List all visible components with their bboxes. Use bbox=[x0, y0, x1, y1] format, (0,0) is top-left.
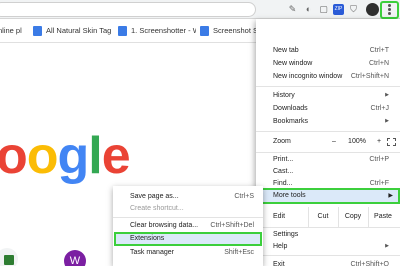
submenu-item-save-page[interactable]: Save page as... Ctrl+S bbox=[113, 191, 263, 203]
fullscreen-icon[interactable] bbox=[387, 138, 396, 146]
address-bar[interactable] bbox=[0, 2, 256, 17]
zoom-in-button[interactable]: + bbox=[377, 133, 381, 151]
shield-icon[interactable]: ⛉ bbox=[348, 4, 359, 15]
paint-icon[interactable]: ◐ bbox=[303, 4, 314, 15]
zoom-out-button[interactable]: – bbox=[332, 133, 336, 151]
bookmark-label: All Natural Skin Tag bbox=[46, 26, 112, 35]
menu-item-downloads[interactable]: Downloads Ctrl+J bbox=[256, 102, 400, 115]
bookmark-item[interactable]: nline pl bbox=[0, 24, 28, 38]
menu-item-more-tools[interactable]: More tools ▶ bbox=[256, 188, 400, 204]
menu-item-new-window[interactable]: New window Ctrl+N bbox=[256, 57, 400, 70]
menu-item-history[interactable]: History ▶ bbox=[256, 89, 400, 102]
document-icon bbox=[118, 26, 127, 37]
menu-edit-row: Edit Cut Copy Paste bbox=[256, 207, 400, 227]
cut-button[interactable]: Cut bbox=[308, 207, 337, 227]
more-options-icon[interactable] bbox=[388, 4, 391, 16]
sheets-icon bbox=[4, 255, 14, 265]
browser-toolbar: ✎ ◐ ▢ ZIP ⛉ bbox=[0, 0, 400, 19]
pen-icon[interactable]: ✎ bbox=[287, 4, 298, 15]
lock-icon[interactable]: ▢ bbox=[318, 4, 329, 15]
menu-item-bookmarks[interactable]: Bookmarks ▶ bbox=[256, 115, 400, 128]
menu-item-new-tab[interactable]: New tab Ctrl+T bbox=[256, 44, 400, 57]
chevron-right-icon: ▶ bbox=[385, 92, 389, 98]
zip-icon[interactable]: ZIP bbox=[333, 4, 344, 15]
bookmark-item[interactable]: Screenshot St bbox=[200, 24, 256, 38]
copy-button[interactable]: Copy bbox=[338, 207, 367, 227]
menu-separator bbox=[256, 131, 400, 132]
submenu-separator bbox=[113, 217, 263, 218]
chevron-right-icon: ▶ bbox=[385, 243, 389, 249]
menu-extension-row bbox=[256, 19, 400, 36]
submenu-item-task-manager[interactable]: Task manager Shift+Esc bbox=[113, 247, 263, 259]
chrome-main-menu: New tab Ctrl+T New window Ctrl+N New inc… bbox=[256, 19, 400, 266]
menu-item-exit[interactable]: Exit Ctrl+Shift+Q bbox=[256, 258, 400, 266]
chevron-right-icon: ▶ bbox=[385, 118, 389, 124]
submenu-item-extensions[interactable]: Extensions bbox=[114, 232, 262, 246]
bookmark-item[interactable]: 1. Screenshotter - W bbox=[118, 24, 196, 38]
google-logo: oogle bbox=[0, 127, 131, 185]
menu-item-help[interactable]: Help ▶ bbox=[256, 240, 400, 253]
document-icon bbox=[33, 26, 42, 37]
submenu-item-create-shortcut: Create shortcut... bbox=[130, 205, 184, 212]
menu-separator bbox=[256, 86, 400, 87]
shortcut-tile-w[interactable]: W bbox=[64, 250, 86, 266]
menu-separator bbox=[256, 255, 400, 256]
profile-avatar[interactable] bbox=[366, 3, 379, 16]
bookmark-label: Screenshot St bbox=[213, 26, 256, 35]
menu-zoom-row: Zoom – 100% + bbox=[256, 133, 400, 151]
chevron-right-icon: ▶ bbox=[388, 193, 393, 199]
submenu-item-clear-browsing[interactable]: Clear browsing data... Ctrl+Shift+Del bbox=[113, 220, 263, 232]
more-tools-submenu: Save page as... Ctrl+S Create shortcut..… bbox=[113, 186, 263, 266]
paste-button[interactable]: Paste bbox=[368, 207, 397, 227]
bookmark-label: nline pl bbox=[0, 26, 22, 35]
menu-item-new-incognito[interactable]: New incognito window Ctrl+Shift+N bbox=[256, 70, 400, 83]
document-icon bbox=[200, 26, 209, 37]
bookmark-label: 1. Screenshotter - W bbox=[131, 26, 196, 35]
bookmark-item[interactable]: All Natural Skin Tag bbox=[33, 24, 115, 38]
zoom-level: 100% bbox=[348, 138, 366, 145]
